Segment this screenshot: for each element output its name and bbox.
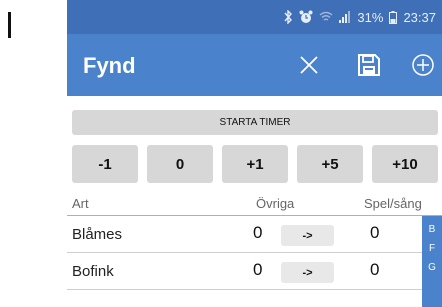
add-circle-icon	[412, 54, 434, 76]
transfer-button[interactable]: ->	[281, 262, 334, 283]
close-button[interactable]	[292, 48, 326, 82]
ovriga-count[interactable]: 0	[253, 260, 262, 280]
minus-one-button[interactable]: -1	[72, 145, 138, 183]
step-button-row: -1 0 +1 +5 +10	[72, 145, 438, 183]
start-timer-button[interactable]: STARTA TIMER	[72, 110, 438, 135]
battery-percent: 31%	[357, 9, 384, 25]
screen-edge-mark	[8, 12, 11, 38]
species-name: Blåmes	[72, 226, 123, 243]
clock-time: 23:37	[403, 9, 436, 25]
list-item[interactable]: Bofink 0 -> 0	[67, 253, 442, 290]
spel-count[interactable]: 0	[370, 260, 379, 280]
index-letter-b[interactable]: B	[422, 224, 442, 235]
bluetooth-icon	[284, 10, 293, 24]
column-header-ovriga: Övriga	[256, 196, 295, 211]
alarm-icon	[299, 10, 313, 24]
species-name: Bofink	[72, 263, 114, 280]
close-icon	[300, 56, 318, 74]
save-icon	[358, 54, 380, 76]
zero-button[interactable]: 0	[147, 145, 213, 183]
app-toolbar: Fynd	[67, 34, 442, 96]
save-button[interactable]	[352, 48, 386, 82]
wifi-icon	[319, 11, 333, 23]
plus-five-button[interactable]: +5	[297, 145, 363, 183]
ovriga-count[interactable]: 0	[253, 223, 262, 243]
signal-icon	[339, 11, 351, 23]
alphabet-index-bar[interactable]: B F G	[422, 216, 442, 307]
add-button[interactable]	[406, 48, 440, 82]
index-letter-g[interactable]: G	[422, 262, 442, 273]
battery-icon	[389, 10, 398, 24]
app-screen: 31% 23:37 Fynd STARTA TIMER -1 0 +1 +5 +…	[67, 0, 442, 307]
page-title: Fynd	[83, 53, 136, 78]
transfer-button[interactable]: ->	[281, 225, 334, 246]
plus-one-button[interactable]: +1	[222, 145, 288, 183]
spel-count[interactable]: 0	[370, 223, 379, 243]
list-item[interactable]: Blåmes 0 -> 0	[67, 216, 442, 253]
index-letter-f[interactable]: F	[422, 243, 442, 254]
column-header-spel: Spel/sång	[364, 196, 422, 211]
column-header-art: Art	[72, 196, 89, 211]
plus-ten-button[interactable]: +10	[372, 145, 438, 183]
status-bar: 31% 23:37	[67, 0, 442, 34]
